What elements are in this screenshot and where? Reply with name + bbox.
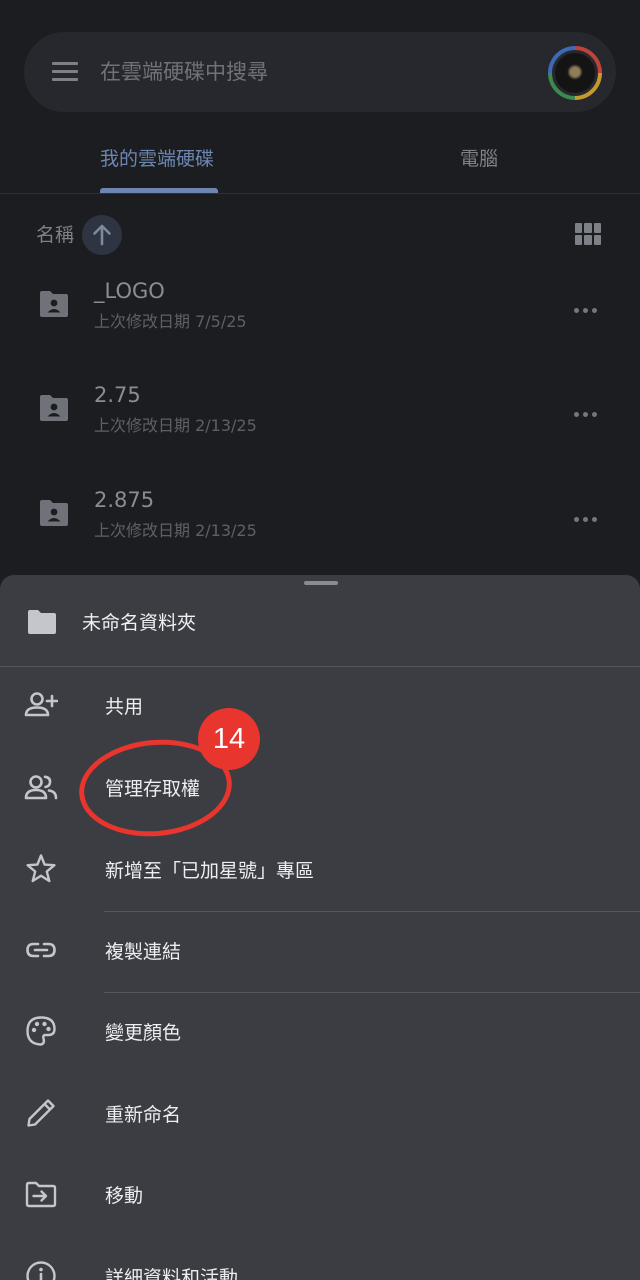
info-icon xyxy=(26,1261,56,1280)
divider xyxy=(104,992,640,993)
move-folder-icon xyxy=(25,1181,57,1208)
step-number-badge: 14 xyxy=(198,708,260,770)
menu-label: 詳細資料和活動 xyxy=(105,1267,239,1280)
search-input[interactable]: 在雲端硬碟中搜尋 xyxy=(100,56,268,88)
tab-bar: 我的雲端硬碟 電腦 xyxy=(0,132,640,194)
avatar[interactable] xyxy=(548,46,602,100)
list-item[interactable]: _LOGO 上次修改日期 7/5/25 xyxy=(0,262,640,366)
file-name: 2.75 xyxy=(94,383,141,407)
menu-label: 重新命名 xyxy=(105,1104,182,1126)
screen: 在雲端硬碟中搜尋 我的雲端硬碟 電腦 名稱 _LOGO 上次修改日期 7/5/2… xyxy=(0,0,640,1280)
sort-label[interactable]: 名稱 xyxy=(36,222,74,248)
menu-item-share[interactable]: 共用 xyxy=(0,668,640,748)
sort-direction-button[interactable] xyxy=(82,215,122,255)
menu-label: 移動 xyxy=(105,1185,144,1207)
file-name: 2.875 xyxy=(94,488,155,512)
menu-label: 新增至「已加星號」專區 xyxy=(105,860,315,882)
file-modified-date: 上次修改日期 2/13/25 xyxy=(94,521,257,540)
sheet-title: 未命名資料夾 xyxy=(82,612,197,634)
shared-folder-icon xyxy=(40,500,68,526)
menu-icon[interactable] xyxy=(52,62,78,82)
sort-row: 名稱 xyxy=(0,214,640,258)
person-add-icon xyxy=(24,692,58,717)
list-item[interactable]: 2.875 上次修改日期 2/13/25 xyxy=(0,471,640,575)
people-icon xyxy=(24,775,58,800)
tab-my-drive[interactable]: 我的雲端硬碟 xyxy=(100,146,214,172)
more-options-icon[interactable] xyxy=(574,507,601,526)
shared-folder-icon xyxy=(40,291,68,317)
more-options-icon[interactable] xyxy=(574,402,601,421)
file-name: _LOGO xyxy=(94,279,165,303)
more-options-icon[interactable] xyxy=(574,298,601,317)
pencil-icon xyxy=(27,1099,55,1127)
menu-item-rename[interactable]: 重新命名 xyxy=(0,1076,640,1156)
arrow-up-icon xyxy=(93,224,111,246)
menu-item-add-to-starred[interactable]: 新增至「已加星號」專區 xyxy=(0,832,640,912)
divider xyxy=(104,911,640,912)
menu-label: 複製連結 xyxy=(105,941,182,963)
menu-item-copy-link[interactable]: 複製連結 xyxy=(0,913,640,993)
list-item[interactable]: 2.75 上次修改日期 2/13/25 xyxy=(0,366,640,470)
menu-label: 變更顏色 xyxy=(105,1022,182,1044)
menu-item-details-activity[interactable]: 詳細資料和活動 xyxy=(0,1239,640,1280)
tab-computers[interactable]: 電腦 xyxy=(460,146,498,172)
palette-icon xyxy=(26,1016,56,1046)
file-modified-date: 上次修改日期 7/5/25 xyxy=(94,312,247,331)
link-icon xyxy=(26,942,56,958)
folder-icon xyxy=(28,610,56,634)
shared-folder-icon xyxy=(40,395,68,421)
sheet-drag-handle[interactable] xyxy=(304,581,338,585)
menu-label: 共用 xyxy=(105,696,144,718)
file-modified-date: 上次修改日期 2/13/25 xyxy=(94,416,257,435)
menu-item-change-color[interactable]: 變更顏色 xyxy=(0,994,640,1074)
menu-item-move[interactable]: 移動 xyxy=(0,1157,640,1237)
search-bar[interactable]: 在雲端硬碟中搜尋 xyxy=(24,32,616,112)
folder-actions-sheet: 未命名資料夾 共用 管理存取權 新增至「已加星號」專區 複製連結 變更顏色 重新… xyxy=(0,575,640,1280)
star-icon xyxy=(26,854,56,883)
grid-view-icon[interactable] xyxy=(575,223,601,245)
sheet-header: 未命名資料夾 xyxy=(0,595,640,667)
active-tab-indicator xyxy=(100,188,218,193)
